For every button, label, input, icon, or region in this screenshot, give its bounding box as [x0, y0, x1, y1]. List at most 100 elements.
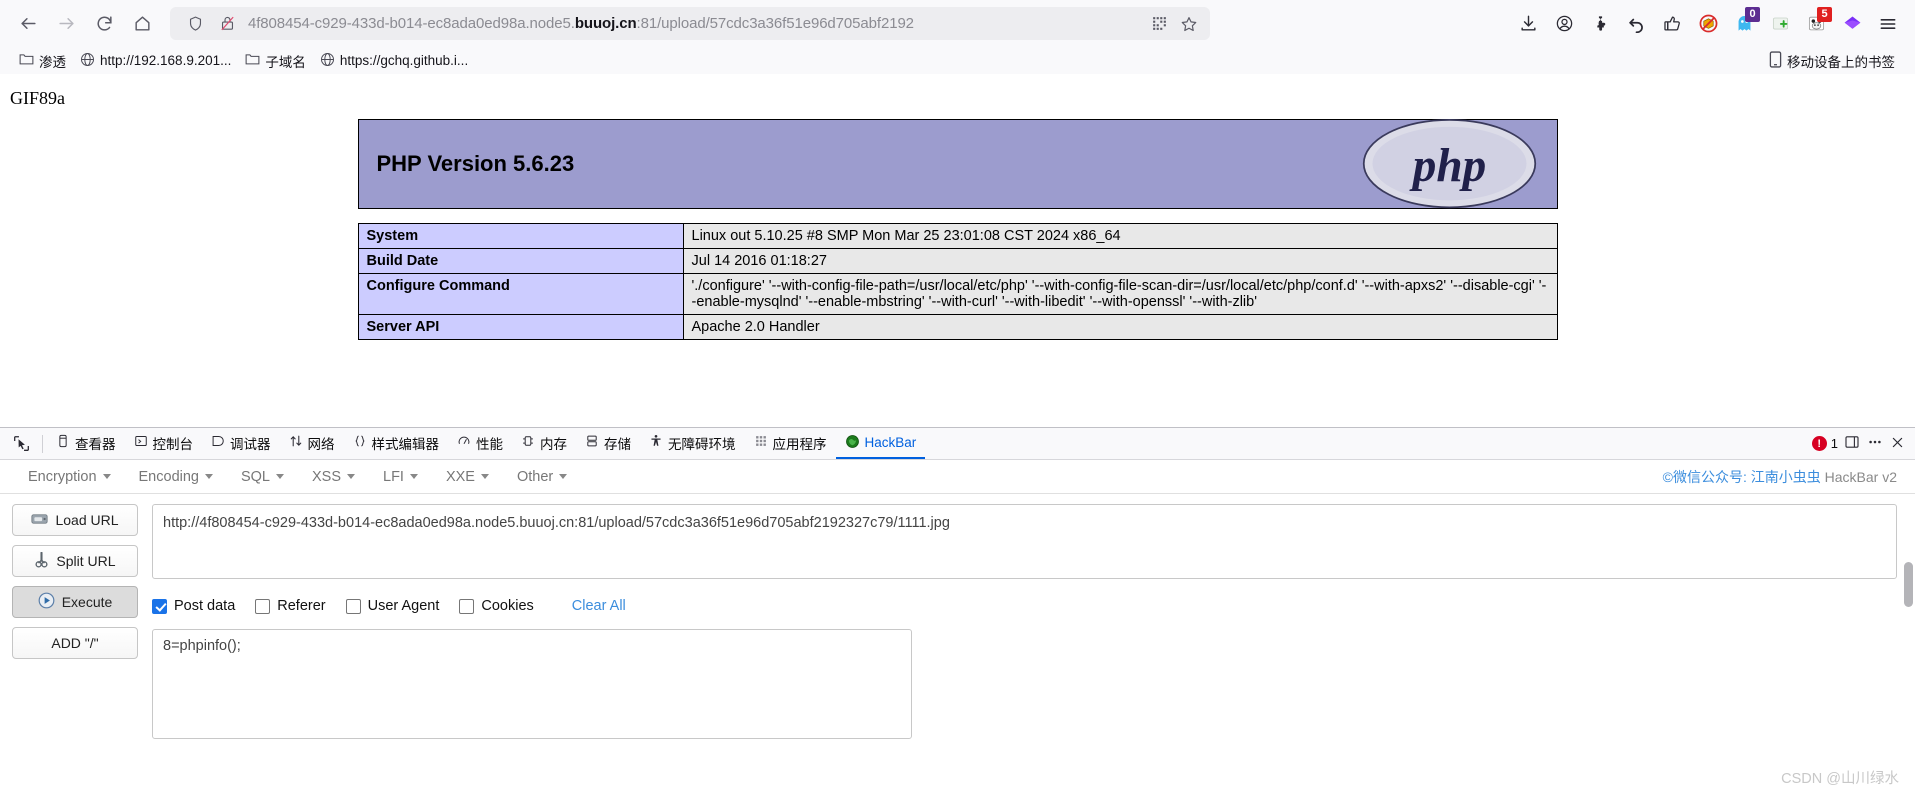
menu-label: Other — [516, 468, 554, 485]
checkbox-post-data[interactable]: Post data — [152, 598, 235, 614]
checkbox-label: Cookies — [481, 598, 534, 614]
checkbox-label: User Agent — [367, 598, 440, 614]
tab-inspector[interactable]: 查看器 — [47, 428, 125, 459]
developer-tools: 查看器 控制台 调试器 网络 样式编辑器 性能 内存 存储 无障碍环境 应用程序… — [0, 427, 1915, 744]
phpinfo-key: Server API — [357, 314, 684, 340]
table-row: System Linux out 5.10.25 #8 SMP Mon Mar … — [357, 223, 1558, 249]
downloads-icon[interactable] — [1511, 7, 1545, 41]
performance-icon — [457, 434, 471, 451]
tab-label: 性能 — [476, 436, 503, 452]
accessibility-icon — [649, 434, 663, 451]
home-button[interactable] — [124, 6, 160, 42]
checkbox-label: Post data — [174, 598, 236, 614]
menu-label: XXE — [445, 468, 475, 485]
address-bar-url[interactable]: 4f808454-c929-433d-b014-ec8ada0ed98a.nod… — [240, 15, 1146, 32]
shield-icon[interactable] — [182, 11, 208, 37]
bookmark-gchq-github[interactable]: https://gchq.github.i... — [313, 49, 475, 73]
post-data-input[interactable] — [152, 629, 912, 739]
debugger-icon — [211, 434, 225, 451]
lock-broken-icon[interactable] — [214, 11, 240, 37]
clear-all-link[interactable]: Clear All — [572, 598, 626, 614]
tab-storage[interactable]: 存储 — [576, 428, 640, 459]
menu-xss[interactable]: XSS — [298, 469, 369, 485]
tab-debugger[interactable]: 调试器 — [202, 428, 280, 459]
application-icon — [754, 434, 768, 451]
more-options-icon[interactable] — [1866, 434, 1884, 453]
chevron-down-icon — [102, 474, 111, 479]
tab-label: 调试器 — [230, 436, 271, 452]
button-label: Load URL — [55, 512, 119, 528]
chevron-down-icon — [347, 474, 356, 479]
adblock-icon[interactable] — [1691, 7, 1725, 41]
execute-button[interactable]: Execute — [12, 586, 138, 618]
phpinfo-key: Build Date — [357, 248, 684, 274]
error-count-indicator[interactable]: ! 1 — [1811, 436, 1838, 451]
address-bar-icons — [176, 11, 240, 37]
menu-other[interactable]: Other — [503, 469, 581, 485]
memory-icon — [521, 434, 535, 451]
checkbox-cookies[interactable]: Cookies — [459, 598, 534, 614]
hackbar-credit: ©微信公众号: 江南小虫虫 HackBar v2 — [1663, 467, 1915, 487]
star-icon[interactable] — [1176, 11, 1202, 37]
menu-label: Encryption — [28, 468, 97, 485]
bookmarks-mobile-folder[interactable]: 移动设备上的书签 — [1762, 48, 1903, 74]
phpinfo-value: Linux out 5.10.25 #8 SMP Mon Mar 25 23:0… — [682, 223, 1558, 249]
checkbox-box[interactable] — [345, 598, 361, 614]
undo-icon[interactable] — [1619, 7, 1653, 41]
forward-button[interactable] — [48, 6, 84, 42]
panda-extension-icon[interactable]: 5 — [1799, 6, 1833, 41]
bookmark-label: https://gchq.github.i... — [339, 53, 469, 68]
load-url-button[interactable]: Load URL — [12, 504, 138, 536]
diamond-extension-icon[interactable] — [1835, 7, 1869, 41]
tab-label: 应用程序 — [772, 436, 827, 452]
tab-hackbar[interactable]: HackBar — [835, 428, 926, 459]
address-bar[interactable]: 4f808454-c929-433d-b014-ec8ada0ed98a.nod… — [170, 7, 1210, 40]
checkbox-user-agent[interactable]: User Agent — [345, 598, 440, 614]
url-input[interactable] — [152, 504, 1897, 579]
element-picker-icon[interactable] — [4, 435, 38, 452]
bookmark-folder-ziyuming[interactable]: 子域名 — [238, 48, 313, 74]
credit-suffix: HackBar v2 — [1820, 468, 1897, 485]
checkbox-referer[interactable]: Referer — [255, 598, 326, 614]
menu-lfi[interactable]: LFI — [369, 469, 432, 485]
tab-performance[interactable]: 性能 — [448, 428, 512, 459]
extension-puzzle-icon[interactable] — [1583, 7, 1617, 41]
tab-accessibility[interactable]: 无障碍环境 — [640, 428, 745, 459]
reload-button[interactable] — [86, 6, 122, 42]
thumbs-up-icon[interactable] — [1655, 7, 1689, 41]
tab-memory[interactable]: 内存 — [512, 428, 576, 459]
devtools-scrollbar-thumb[interactable] — [1904, 562, 1913, 607]
add-slash-button[interactable]: ADD "/" — [12, 627, 138, 659]
add-note-icon[interactable] — [1763, 7, 1797, 41]
qr-code-icon[interactable] — [1146, 11, 1172, 37]
checkbox-box[interactable] — [152, 598, 167, 614]
ghost-proxy-icon[interactable]: 0 — [1727, 6, 1761, 41]
console-icon — [134, 434, 148, 451]
menu-xxe[interactable]: XXE — [432, 469, 503, 485]
url-suffix: :81/upload/57cdc3a36f51e96d705abf2192 — [636, 15, 915, 32]
tab-label: 控制台 — [152, 436, 194, 452]
close-icon[interactable] — [1890, 435, 1905, 453]
tab-application[interactable]: 应用程序 — [745, 428, 836, 459]
bookmark-folder-shentou[interactable]: 渗透 — [12, 48, 73, 74]
bookmark-192-168-9-201[interactable]: http://192.168.9.201... — [73, 49, 238, 73]
dock-panel-icon[interactable] — [1844, 434, 1860, 453]
checkbox-box[interactable] — [255, 598, 271, 614]
checkbox-box[interactable] — [459, 598, 475, 614]
php-logo-icon: php — [1362, 118, 1536, 209]
tab-style-editor[interactable]: 样式编辑器 — [344, 428, 449, 459]
toolbar-divider — [42, 434, 43, 453]
menu-encryption[interactable]: Encryption — [14, 469, 125, 485]
tab-label: 无障碍环境 — [668, 436, 736, 452]
back-button[interactable] — [10, 6, 46, 42]
watermark-text: CSDN @山川绿水 — [1781, 771, 1899, 787]
tab-network[interactable]: 网络 — [280, 428, 344, 459]
menu-sql[interactable]: SQL — [227, 469, 298, 485]
chevron-down-icon — [409, 474, 418, 479]
split-url-button[interactable]: Split URL — [12, 545, 138, 577]
tab-console[interactable]: 控制台 — [125, 428, 203, 459]
account-icon[interactable] — [1547, 7, 1581, 41]
phpinfo-value: './configure' '--with-config-file-path=/… — [682, 273, 1558, 315]
app-menu-icon[interactable] — [1871, 7, 1905, 41]
menu-encoding[interactable]: Encoding — [125, 469, 227, 485]
